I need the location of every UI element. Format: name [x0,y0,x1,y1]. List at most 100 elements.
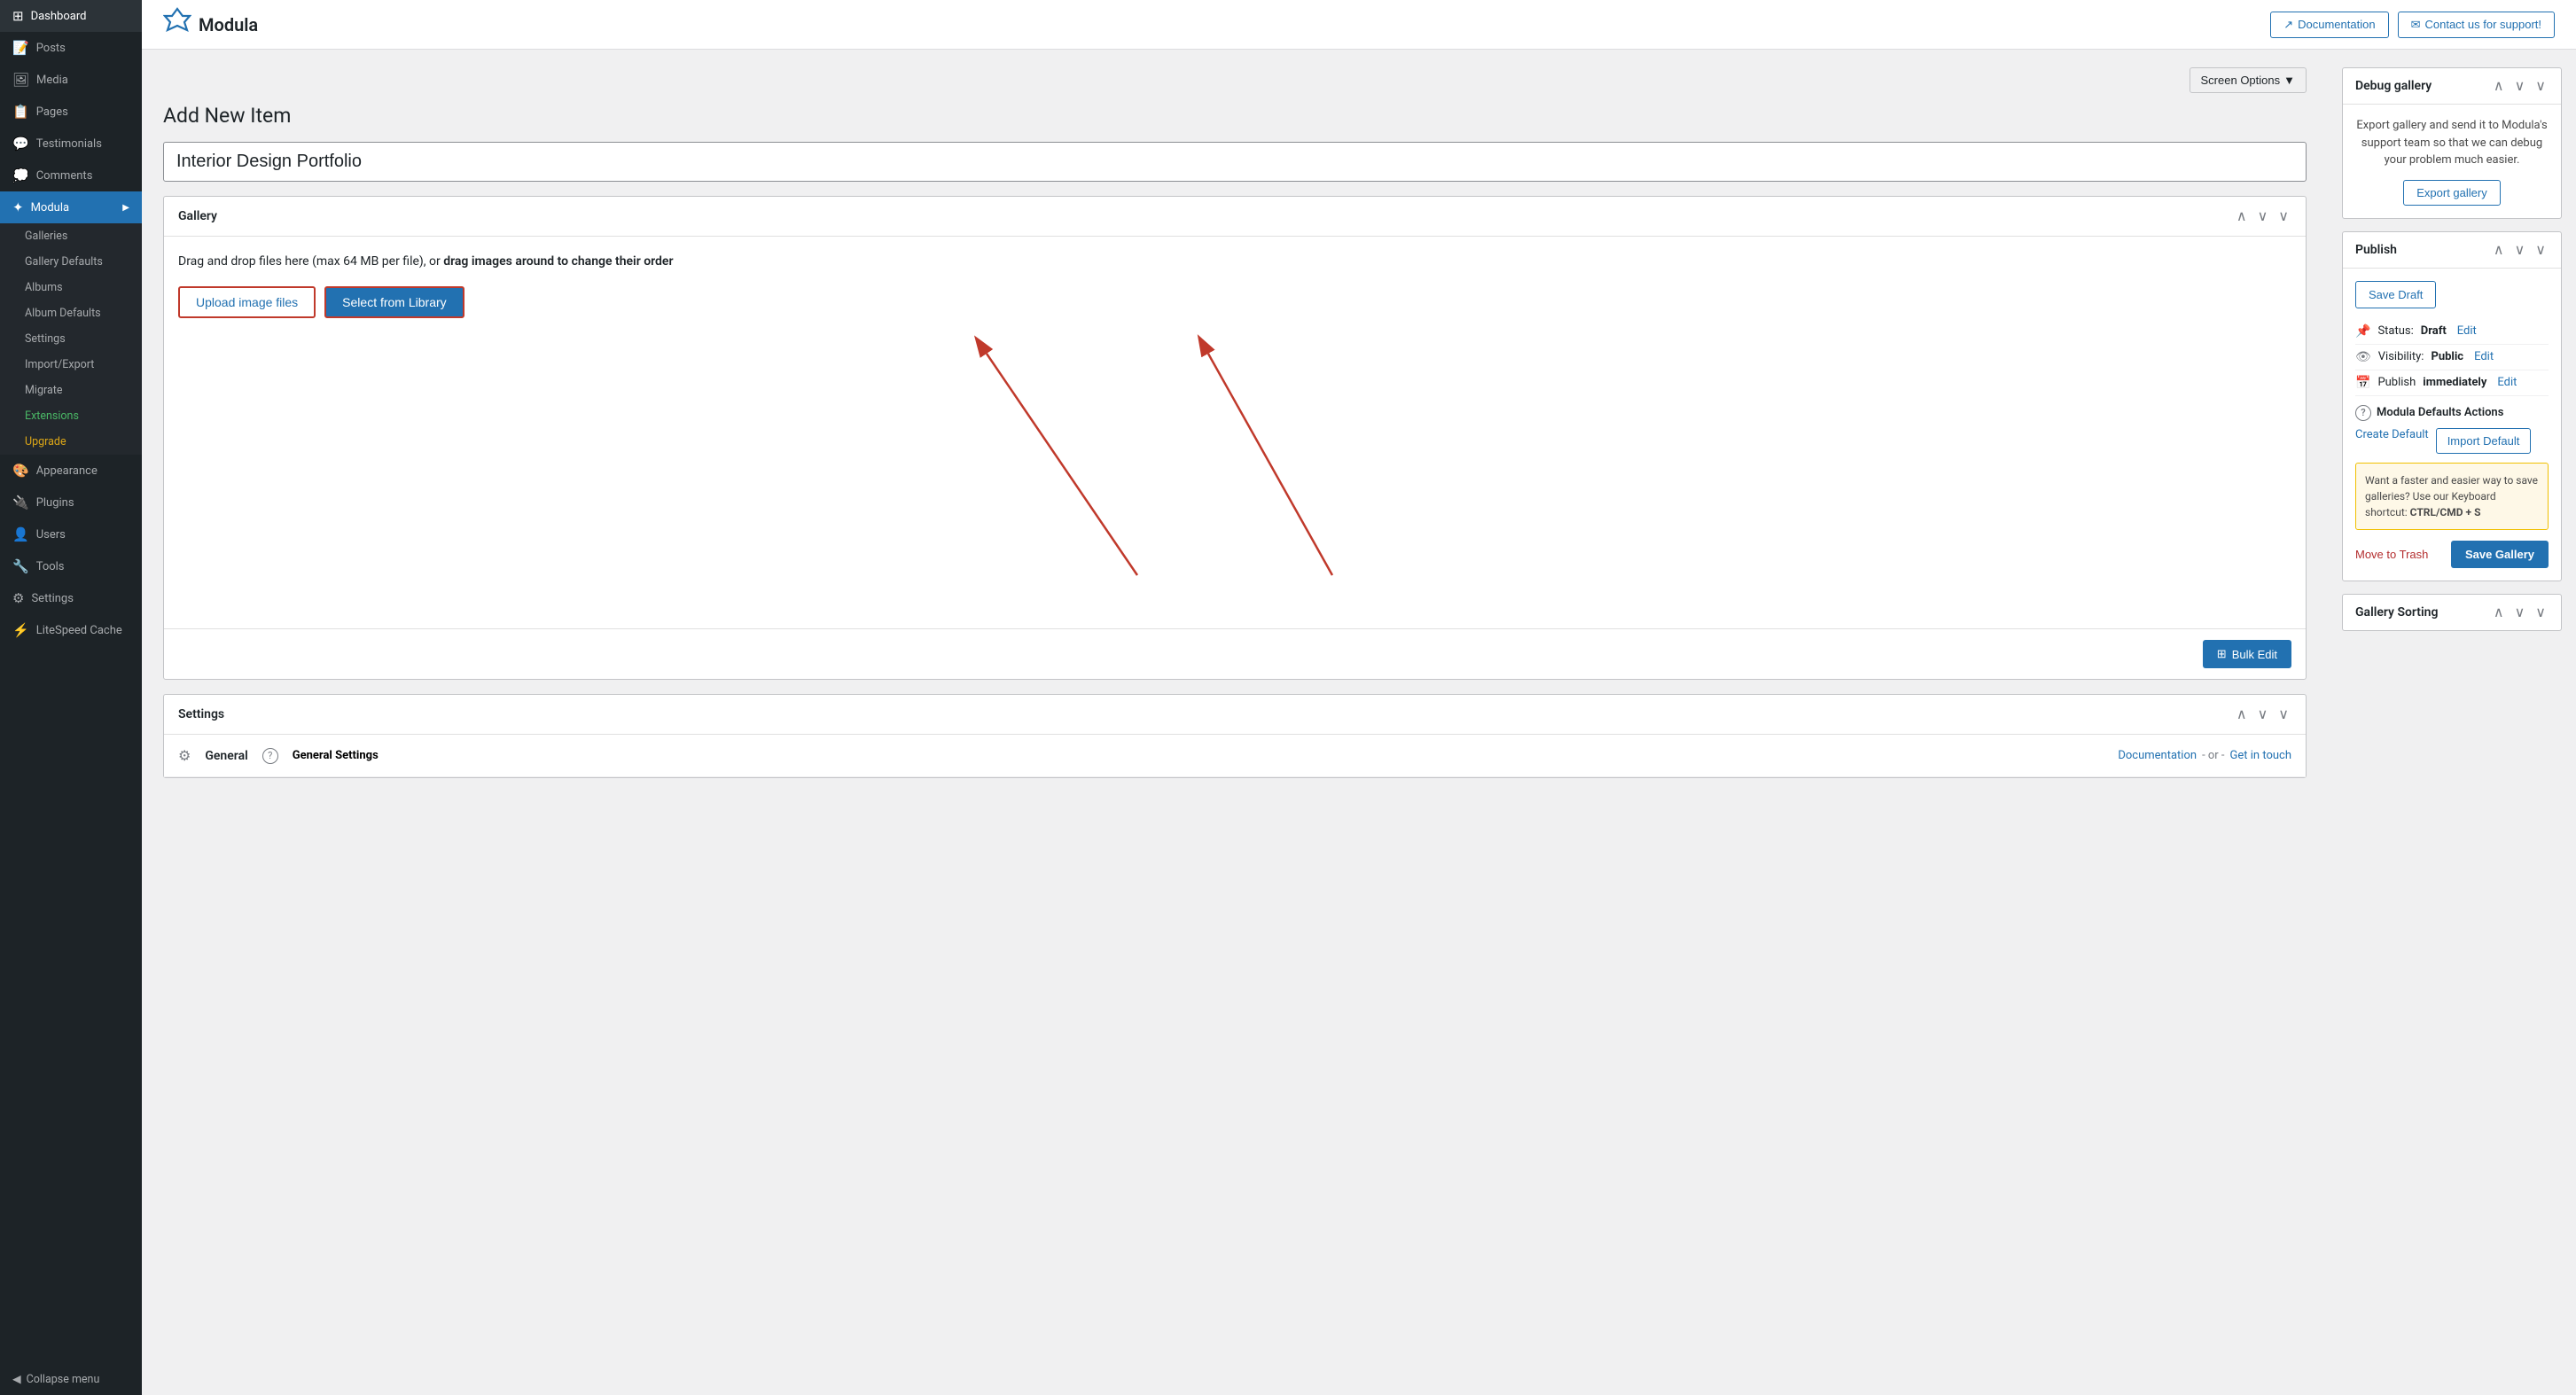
email-icon: ✉ [2411,18,2421,32]
sorting-panel-toggle-button[interactable]: ∨ [2533,604,2549,621]
move-to-trash-button[interactable]: Move to Trash [2355,548,2428,561]
settings-general-label: General [205,749,247,763]
status-edit-link[interactable]: Edit [2457,324,2477,338]
appearance-icon: 🎨 [12,463,29,479]
create-default-link[interactable]: Create Default [2355,428,2429,454]
publish-edit-link[interactable]: Edit [2497,376,2517,389]
gallery-panel-header: Gallery ∧ ∨ ∨ [164,197,2306,237]
sidebar-submenu-upgrade[interactable]: Upgrade [0,429,142,455]
debug-panel-title: Debug gallery [2355,79,2491,93]
gallery-buttons: Upload image files Select from Library [178,286,2291,318]
sidebar-item-appearance[interactable]: 🎨 Appearance [0,455,142,487]
sidebar-item-testimonials[interactable]: 💬 Testimonials [0,128,142,160]
sidebar-item-dashboard[interactable]: ⊞ Dashboard [0,0,142,32]
sidebar-item-label: Media [36,74,68,87]
sidebar-item-comments[interactable]: 💭 Comments [0,160,142,191]
publish-panel-up-button[interactable]: ∧ [2491,241,2507,259]
upload-image-button[interactable]: Upload image files [178,286,316,318]
settings-panel-toggle-button[interactable]: ∨ [2275,705,2291,723]
general-help-icon[interactable]: ? [262,748,278,764]
litespeed-icon: ⚡ [12,622,29,638]
pin-icon: 📌 [2355,324,2370,339]
general-settings-icon: ⚙ [178,747,191,764]
documentation-link[interactable]: Documentation [2118,749,2197,762]
debug-panel-down-button[interactable]: ∨ [2512,77,2528,95]
topbar-logo-text: Modula [199,14,258,35]
sidebar-item-tools[interactable]: 🔧 Tools [0,550,142,582]
support-button[interactable]: ✉ Contact us for support! [2398,12,2555,38]
right-sidebar: Debug gallery ∧ ∨ ∨ Export gallery and s… [2328,50,2576,1395]
select-from-library-button[interactable]: Select from Library [324,286,464,318]
eye-icon: 👁 [2355,350,2371,364]
sidebar-item-settings[interactable]: ⚙ Settings [0,582,142,614]
documentation-button[interactable]: ↗ Documentation [2270,12,2388,38]
settings-panel-down-button[interactable]: ∨ [2255,705,2271,723]
publish-panel-toggle-button[interactable]: ∨ [2533,241,2549,259]
topbar-logo: Modula [163,7,258,42]
gallery-name-input[interactable] [163,142,2307,182]
sorting-panel-up-button[interactable]: ∧ [2491,604,2507,621]
panel-collapse-down-button[interactable]: ∨ [2255,207,2271,225]
debug-panel-header: Debug gallery ∧ ∨ ∨ [2343,68,2561,105]
publish-actions: Move to Trash Save Gallery [2355,541,2549,568]
settings-links: Documentation - or - Get in touch [2118,749,2291,762]
gallery-panel-title: Gallery [178,209,2234,223]
modula-submenu: Galleries Gallery Defaults Albums Album … [0,223,142,455]
media-icon: 🖼 [12,72,29,88]
settings-panel-title: Settings [178,707,2234,721]
sidebar-item-media[interactable]: 🖼 Media [0,64,142,96]
gallery-sorting-header: Gallery Sorting ∧ ∨ ∨ [2343,595,2561,630]
settings-panel-up-button[interactable]: ∧ [2234,705,2250,723]
status-label: Status: [2377,324,2413,338]
sidebar: ⊞ Dashboard 📝 Posts 🖼 Media 📋 Pages 💬 Te… [0,0,142,1395]
screen-options-button[interactable]: Screen Options ▼ [2190,67,2307,93]
tools-icon: 🔧 [12,558,29,574]
get-in-touch-link[interactable]: Get in touch [2230,749,2291,762]
sidebar-item-litespeed[interactable]: ⚡ LiteSpeed Cache [0,614,142,646]
save-draft-button[interactable]: Save Draft [2355,281,2436,308]
import-default-button[interactable]: Import Default [2436,428,2532,454]
sidebar-submenu-import-export[interactable]: Import/Export [0,352,142,378]
sidebar-submenu-migrate[interactable]: Migrate [0,378,142,403]
sidebar-item-label: Appearance [36,464,98,478]
sidebar-item-label: Dashboard [31,10,87,23]
visibility-value: Public [2431,350,2463,363]
publish-value: immediately [2423,376,2486,389]
settings-panel-body: ⚙ General ? General Settings Documentati… [164,735,2306,777]
sidebar-submenu-extensions[interactable]: Extensions [0,403,142,429]
debug-panel-toggle-button[interactable]: ∨ [2533,77,2549,95]
defaults-label: ? Modula Defaults Actions [2355,405,2549,421]
sidebar-item-plugins[interactable]: 🔌 Plugins [0,487,142,518]
content-area: Screen Options ▼ Add New Item Gallery ∧ … [142,50,2576,1395]
sidebar-item-modula[interactable]: ✦ Modula [0,191,142,223]
sidebar-submenu-albums[interactable]: Albums [0,275,142,300]
publish-panel-down-button[interactable]: ∨ [2512,241,2528,259]
sidebar-item-label: Pages [36,105,68,119]
sidebar-submenu-galleries[interactable]: Galleries [0,223,142,249]
debug-panel-up-button[interactable]: ∧ [2491,77,2507,95]
defaults-help-icon[interactable]: ? [2355,405,2371,421]
sidebar-item-posts[interactable]: 📝 Posts [0,32,142,64]
sidebar-submenu-gallery-defaults[interactable]: Gallery Defaults [0,249,142,275]
status-row: 📌 Status: Draft Edit [2355,319,2549,345]
topbar: Modula ↗ Documentation ✉ Contact us for … [142,0,2576,50]
sidebar-submenu-settings[interactable]: Settings [0,326,142,352]
visibility-edit-link[interactable]: Edit [2474,350,2494,363]
settings-panel-header: Settings ∧ ∨ ∨ [164,695,2306,735]
users-icon: 👤 [12,526,29,542]
publish-panel-header: Publish ∧ ∨ ∨ [2343,232,2561,269]
sidebar-item-pages[interactable]: 📋 Pages [0,96,142,128]
defaults-links: Create Default Import Default [2355,428,2549,454]
panel-collapse-up-button[interactable]: ∧ [2234,207,2250,225]
sidebar-submenu-album-defaults[interactable]: Album Defaults [0,300,142,326]
export-gallery-button[interactable]: Export gallery [2403,180,2500,206]
bulk-edit-button[interactable]: ⊞ Bulk Edit [2203,640,2291,668]
sidebar-item-label: Modula [31,201,70,214]
save-gallery-button[interactable]: Save Gallery [2451,541,2549,568]
panel-toggle-button[interactable]: ∨ [2275,207,2291,225]
sorting-panel-down-button[interactable]: ∨ [2512,604,2528,621]
collapse-menu-button[interactable]: ◀ Collapse menu [0,1363,142,1395]
sidebar-item-users[interactable]: 👤 Users [0,518,142,550]
settings-icon: ⚙ [12,590,24,606]
gallery-panel-footer: ⊞ Bulk Edit [164,628,2306,679]
